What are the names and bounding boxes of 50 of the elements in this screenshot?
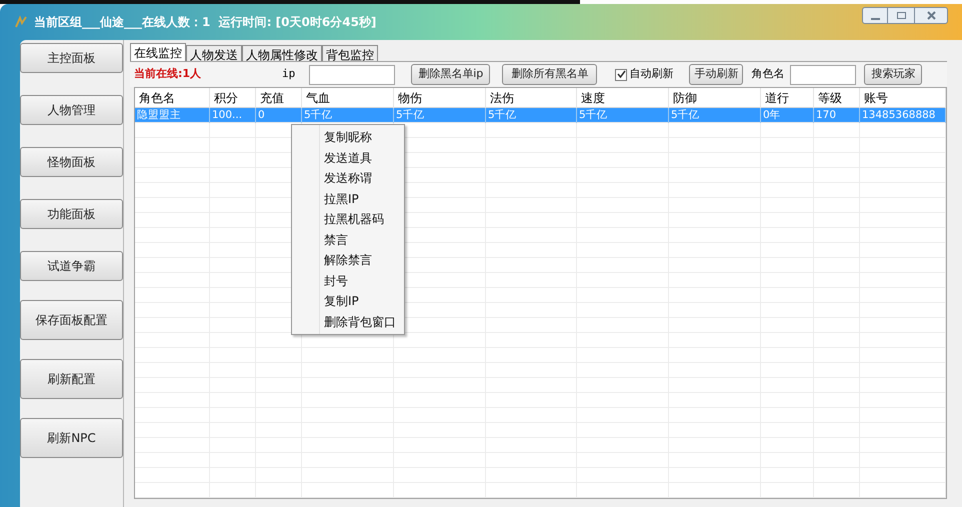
- delete-blacklist-ip-button[interactable]: 删除黑名单ip: [411, 64, 490, 85]
- ip-label: ip: [282, 66, 296, 82]
- menu-item[interactable]: 发送道具: [292, 148, 404, 168]
- sidebar-button[interactable]: 刷新配置: [20, 359, 123, 399]
- menu-item[interactable]: 解除禁言: [292, 250, 404, 270]
- online-count: 当前在线:1人: [134, 66, 202, 82]
- tab[interactable]: 在线监控: [130, 43, 186, 61]
- table-cell: 5千亿: [394, 108, 486, 123]
- tab[interactable]: 人物发送: [186, 45, 242, 61]
- menu-item[interactable]: 发送称谓: [292, 168, 404, 188]
- menu-item[interactable]: 拉黑机器码: [292, 209, 404, 230]
- role-name-field[interactable]: [790, 64, 856, 84]
- tab[interactable]: 背包监控: [322, 45, 378, 61]
- close-button[interactable]: [914, 7, 948, 24]
- table-cell: 0年: [761, 108, 814, 123]
- manual-refresh-button[interactable]: 手动刷新: [689, 64, 744, 85]
- sidebar-button[interactable]: 怪物面板: [20, 147, 123, 177]
- sidebar-button[interactable]: 人物管理: [20, 95, 123, 125]
- menu-item[interactable]: 复制IP: [292, 291, 404, 312]
- table-cell: 13485368888: [860, 108, 946, 123]
- menu-item[interactable]: 删除背包窗口: [292, 312, 404, 332]
- sidebar-button[interactable]: 主控面板: [20, 43, 123, 73]
- search-player-button[interactable]: 搜索玩家: [864, 64, 922, 85]
- table-cell: 5千亿: [302, 108, 394, 123]
- delete-all-blacklist-button[interactable]: 删除所有黑名单: [502, 64, 598, 85]
- check-icon: [616, 70, 626, 79]
- maximize-button[interactable]: [888, 7, 914, 24]
- app-icon: [14, 15, 28, 29]
- sidebar-button[interactable]: 保存面板配置: [20, 300, 123, 340]
- ip-field[interactable]: [309, 64, 396, 84]
- table-cell: 5千亿: [486, 108, 577, 123]
- table-cell: 5千亿: [577, 108, 669, 123]
- menu-item[interactable]: 复制昵称: [292, 127, 404, 148]
- table-cell: 170: [814, 108, 860, 123]
- table-cell: 100...: [210, 108, 256, 123]
- minimize-button[interactable]: [862, 7, 888, 24]
- tab[interactable]: 人物属性修改: [242, 45, 322, 61]
- table-cell: 5千亿: [669, 108, 761, 123]
- menu-item[interactable]: 封号: [292, 270, 404, 291]
- auto-refresh-checkbox[interactable]: 自动刷新: [615, 66, 674, 83]
- table-cell: 隐盟盟主: [135, 108, 210, 123]
- menu-item[interactable]: 禁言: [292, 230, 404, 250]
- window-title: 当前区组___仙途___在线人数：1 运行时间: [0天0时6分45秒]: [34, 14, 376, 31]
- close-icon: [926, 11, 936, 20]
- sidebar-button[interactable]: 试道争霸: [20, 251, 123, 281]
- sidebar-button[interactable]: 功能面板: [20, 199, 123, 229]
- menu-item[interactable]: 拉黑IP: [292, 188, 404, 209]
- table-cell: 0: [256, 108, 302, 123]
- sidebar-button[interactable]: 刷新NPC: [20, 418, 123, 458]
- role-name-label: 角色名: [751, 66, 784, 82]
